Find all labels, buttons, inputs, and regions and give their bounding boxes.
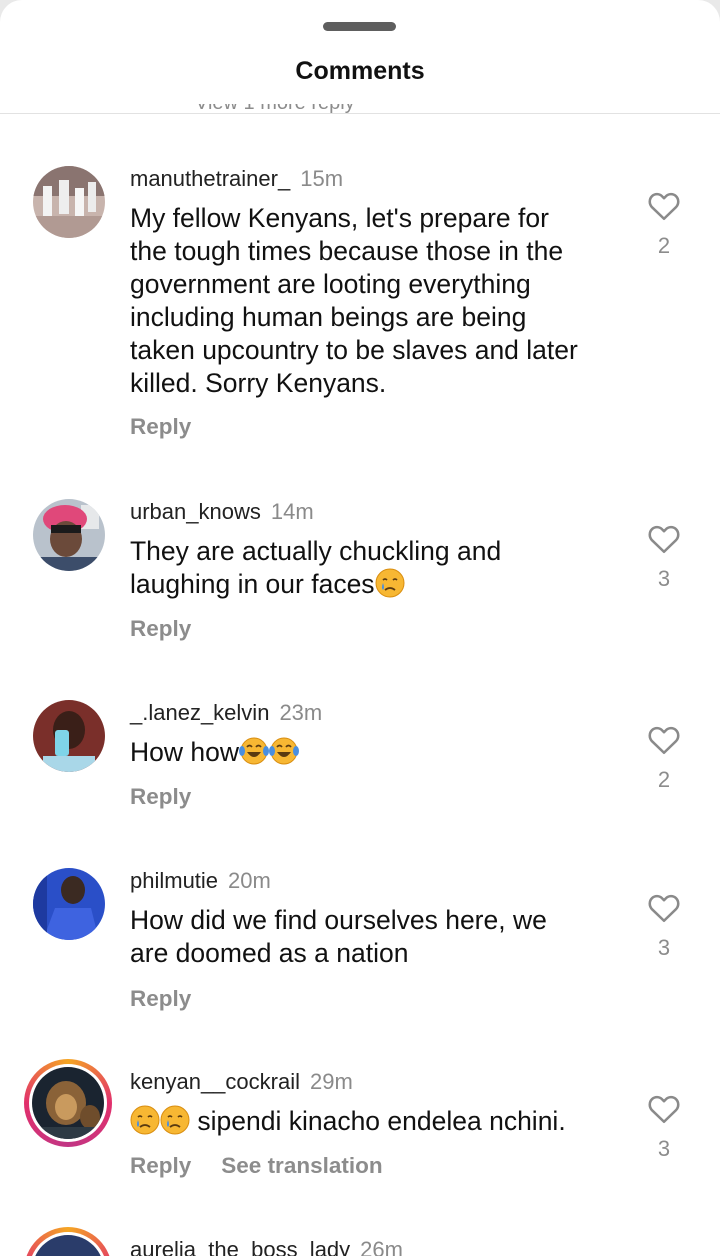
like-control: 2 [645,725,683,793]
username[interactable]: philmutie [130,868,218,893]
sad-crying-emoji-icon [375,568,405,598]
comment-text: sipendi kinacho endelea nchini. [130,1105,610,1138]
timestamp: 14m [270,499,314,524]
comment-line: killed. Sorry Kenyans. [130,368,387,398]
comment-line: the tough times because those in the [130,236,564,266]
comment-line: are doomed as a nation [130,938,409,968]
like-control: 3 [645,524,683,592]
avatar-photo [32,1067,104,1139]
story-ring[interactable] [24,1227,112,1256]
comment-line: including human beings are being [130,302,527,332]
tears-of-joy-emoji-icon [269,737,299,765]
timestamp: 15m [300,166,344,191]
avatar-photo [33,868,105,940]
heart-icon[interactable] [647,1094,681,1124]
story-ring[interactable] [24,1059,112,1147]
username[interactable]: aurelia_the_boss_lady [130,1237,350,1256]
comments-sheet: Comments View 1 more reply manuthetraine… [0,0,720,1256]
comment-text: They are actually chuckling and laughing… [130,535,610,601]
reply-button[interactable]: Reply [130,616,191,641]
like-control: 3 [645,893,683,961]
sad-crying-emoji-icon [160,1105,190,1135]
like-count: 3 [657,1136,671,1161]
comment-text: My fellow Kenyans, let's prepare for the… [130,202,610,400]
heart-icon[interactable] [647,725,681,755]
sad-crying-emoji-icon [130,1105,160,1135]
like-control: 3 [645,1094,683,1162]
username[interactable]: urban_knows [130,499,261,524]
avatar-photo [33,700,105,772]
avatar[interactable] [33,166,105,238]
like-count: 3 [657,935,671,960]
timestamp: 23m [279,700,323,725]
reply-button[interactable]: Reply [130,1153,191,1178]
timestamp: 29m [309,1069,353,1094]
tears-of-joy-emoji-icon [239,737,269,765]
username[interactable]: _.lanez_kelvin [130,700,269,725]
like-control: 2 [645,191,683,259]
heart-icon[interactable] [647,191,681,221]
comment-line: laughing in our faces [130,568,610,601]
timestamp: 26m [360,1237,403,1256]
view-more-replies[interactable]: View 1 more reply [195,104,355,115]
comment-line: They are actually chuckling and [130,536,502,566]
avatar[interactable] [33,868,105,940]
header-divider [0,113,720,114]
reply-button[interactable]: Reply [130,986,191,1011]
avatar[interactable] [33,499,105,571]
drag-handle[interactable] [323,22,396,31]
avatar-photo [32,1235,104,1256]
like-count: 2 [657,233,671,258]
username[interactable]: manuthetrainer_ [130,166,290,191]
avatar-photo [33,166,105,238]
comment-line: My fellow Kenyans, let's prepare for [130,203,549,233]
sheet-title: Comments [295,57,425,85]
heart-icon[interactable] [647,524,681,554]
see-translation-button[interactable]: See translation [221,1153,382,1178]
comment-text: How how [130,736,610,769]
avatar[interactable] [33,700,105,772]
avatar[interactable] [32,1235,104,1256]
avatar[interactable] [32,1067,104,1139]
comment-line: government are looting everything [130,269,531,299]
reply-button[interactable]: Reply [130,414,191,439]
timestamp: 20m [228,868,271,893]
avatar-photo [33,499,105,571]
like-count: 2 [657,767,671,792]
heart-icon[interactable] [647,893,681,923]
reply-button[interactable]: Reply [130,784,191,809]
comment-line: taken upcountry to be slaves and later [130,335,578,365]
comment-text: How did we find ourselves here, we are d… [130,904,610,970]
comment-line: How did we find ourselves here, we [130,905,547,935]
username[interactable]: kenyan__cockrail [130,1069,300,1094]
like-count: 3 [657,566,671,591]
